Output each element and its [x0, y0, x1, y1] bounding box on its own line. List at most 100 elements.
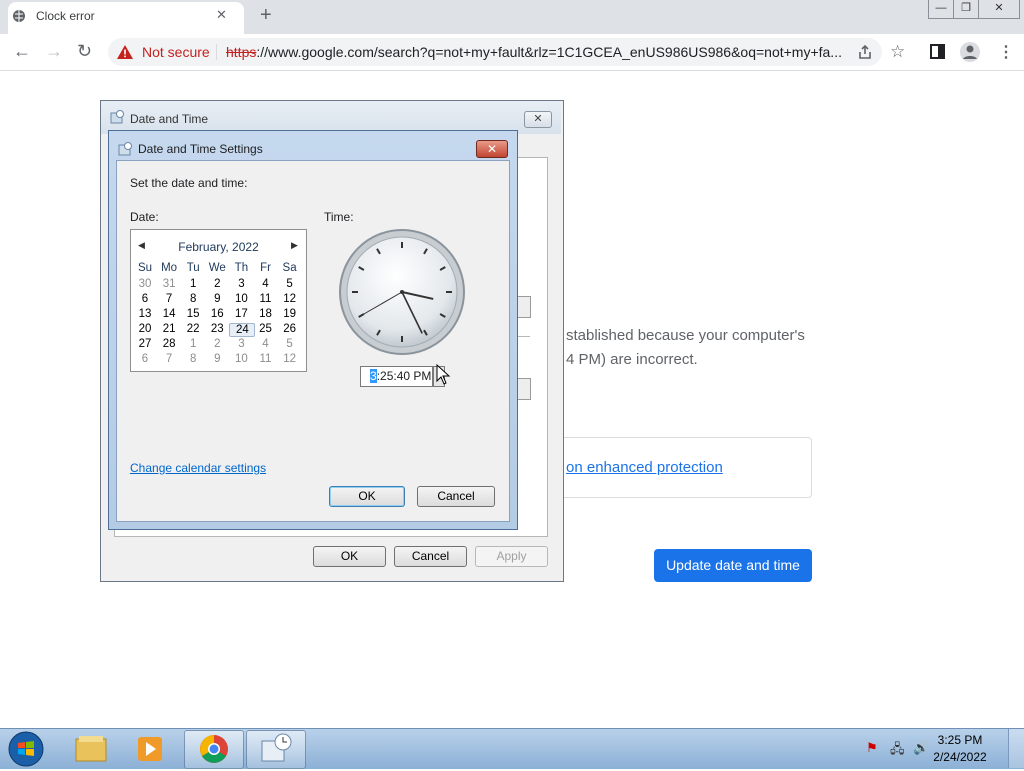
calendar-day[interactable]: 23	[205, 323, 229, 335]
taskbar-time[interactable]: 3:25 PM	[930, 733, 990, 747]
settings-cancel-button[interactable]: Cancel	[417, 486, 495, 507]
calendar-day[interactable]: 25	[254, 323, 278, 335]
time-rest: :25:40 PM	[376, 369, 432, 383]
bookmark-star-icon[interactable]: ☆	[890, 42, 905, 62]
calendar-month-title[interactable]: February, 2022	[130, 240, 307, 254]
reload-icon[interactable]: ↻	[77, 41, 92, 62]
volume-icon[interactable]: 🔊	[913, 740, 929, 756]
calendar-day[interactable]: 15	[181, 308, 205, 320]
taskbar-date-time[interactable]	[246, 730, 306, 769]
taskbar-date[interactable]: 2/24/2022	[930, 750, 990, 764]
calendar-day[interactable]: 8	[181, 353, 205, 365]
calendar-day[interactable]: 30	[133, 278, 157, 290]
calendar-day[interactable]: 4	[254, 278, 278, 290]
tab-title: Clock error	[36, 9, 95, 23]
url-scheme: https	[226, 44, 257, 60]
calendar-day[interactable]: 12	[278, 293, 302, 305]
calendar-day[interactable]: 1	[181, 338, 205, 350]
calendar-day[interactable]: 2	[205, 338, 229, 350]
calendar-day[interactable]: 5	[278, 338, 302, 350]
outer-cancel-button[interactable]: Cancel	[394, 546, 467, 567]
error-line-2: 4 PM) are incorrect.	[566, 351, 698, 368]
calendar-day[interactable]: 18	[254, 308, 278, 320]
calendar-day-of-week: Fr	[260, 262, 271, 274]
minimize-button[interactable]: —	[928, 0, 954, 19]
globe-icon	[13, 10, 25, 22]
calendar-day[interactable]: 9	[205, 353, 229, 365]
error-message: stablished because your computer's 4 PM)…	[566, 324, 805, 372]
show-desktop-button[interactable]	[1008, 729, 1024, 768]
calendar-day[interactable]: 12	[278, 353, 302, 365]
media-player-icon	[138, 737, 162, 761]
calendar-day-of-week: Th	[234, 262, 249, 274]
calendar-day-selected[interactable]: 24	[229, 323, 256, 337]
calendar-day[interactable]: 1	[181, 278, 205, 290]
security-status[interactable]: Not secure	[142, 44, 210, 60]
menu-dots-icon[interactable]: ⋮	[998, 42, 1014, 62]
calendar-day[interactable]: 3	[229, 278, 253, 290]
url-text[interactable]: https://www.google.com/search?q=not+my+f…	[226, 44, 848, 60]
network-icon[interactable]: 🖧	[890, 740, 905, 762]
set-date-time-label: Set the date and time:	[130, 176, 248, 190]
share-icon[interactable]	[857, 44, 873, 60]
enhanced-protection-link[interactable]: on enhanced protection	[566, 459, 723, 476]
calendar-day[interactable]: 3	[229, 338, 253, 350]
calendar-day[interactable]: 20	[133, 323, 157, 335]
start-button[interactable]	[6, 730, 46, 768]
calendar-day[interactable]: 19	[278, 308, 302, 320]
outer-ok-button[interactable]: OK	[313, 546, 386, 567]
new-tab-button[interactable]: +	[260, 4, 272, 27]
outer-apply-button[interactable]: Apply	[475, 546, 548, 567]
calendar-day[interactable]: 11	[254, 293, 278, 305]
action-center-icon[interactable]: ⚑	[866, 740, 878, 756]
calendar-clock-icon	[261, 733, 292, 762]
taskbar-explorer[interactable]	[62, 730, 120, 767]
next-month-icon[interactable]: ▶	[291, 240, 298, 251]
calendar-day[interactable]: 10	[229, 353, 253, 365]
calendar-day[interactable]: 21	[157, 323, 181, 335]
taskbar-chrome[interactable]	[184, 730, 244, 769]
calendar-day[interactable]: 6	[133, 353, 157, 365]
tab-close-icon[interactable]: ✕	[216, 7, 227, 23]
calendar-day[interactable]: 27	[133, 338, 157, 350]
warning-icon[interactable]	[116, 44, 134, 60]
taskbar-media-player[interactable]	[122, 730, 180, 767]
update-date-time-button[interactable]: Update date and time	[654, 549, 812, 582]
change-timezone-button-partial[interactable]	[516, 378, 531, 400]
change-calendar-settings-link[interactable]: Change calendar settings	[130, 461, 266, 475]
calendar-day[interactable]: 11	[254, 353, 278, 365]
side-panel-icon[interactable]	[930, 44, 945, 59]
calendar-day[interactable]: 17	[229, 308, 253, 320]
calendar-day[interactable]: 31	[157, 278, 181, 290]
calendar-day[interactable]: 5	[278, 278, 302, 290]
divider-line	[516, 336, 530, 337]
calendar-day[interactable]: 2	[205, 278, 229, 290]
time-value[interactable]: 3:25:40 PM	[370, 369, 431, 383]
forward-arrow-icon[interactable]: →	[45, 41, 63, 62]
restore-button[interactable]: ❐	[953, 0, 979, 19]
calendar-day[interactable]: 10	[229, 293, 253, 305]
calendar-day[interactable]: 4	[254, 338, 278, 350]
calendar-day[interactable]: 7	[157, 293, 181, 305]
back-arrow-icon[interactable]: ←	[13, 41, 31, 62]
calendar-day[interactable]: 9	[205, 293, 229, 305]
calendar-day[interactable]: 14	[157, 308, 181, 320]
calendar-day[interactable]: 6	[133, 293, 157, 305]
calendar-day[interactable]: 7	[157, 353, 181, 365]
window-close-button[interactable]: ✕	[978, 0, 1020, 19]
calendar-day[interactable]: 13	[133, 308, 157, 320]
calendar-day[interactable]: 26	[278, 323, 302, 335]
calendar-day[interactable]: 16	[205, 308, 229, 320]
settings-close-button[interactable]: ✕	[476, 140, 508, 158]
calendar-day-of-week: Su	[137, 262, 153, 274]
calendar-day[interactable]: 28	[157, 338, 181, 350]
profile-avatar-icon[interactable]	[959, 41, 981, 63]
time-hour-selected: 3	[370, 369, 377, 383]
date-time-dialog-close-button[interactable]: ✕	[524, 111, 552, 128]
calendar-day[interactable]: 22	[181, 323, 205, 335]
calendar-day[interactable]: 8	[181, 293, 205, 305]
date-time-settings-title: Date and Time Settings	[138, 142, 263, 156]
change-date-button-partial[interactable]	[516, 296, 531, 318]
settings-ok-button[interactable]: OK	[329, 486, 405, 507]
calendar-day-of-week: We	[208, 262, 226, 274]
